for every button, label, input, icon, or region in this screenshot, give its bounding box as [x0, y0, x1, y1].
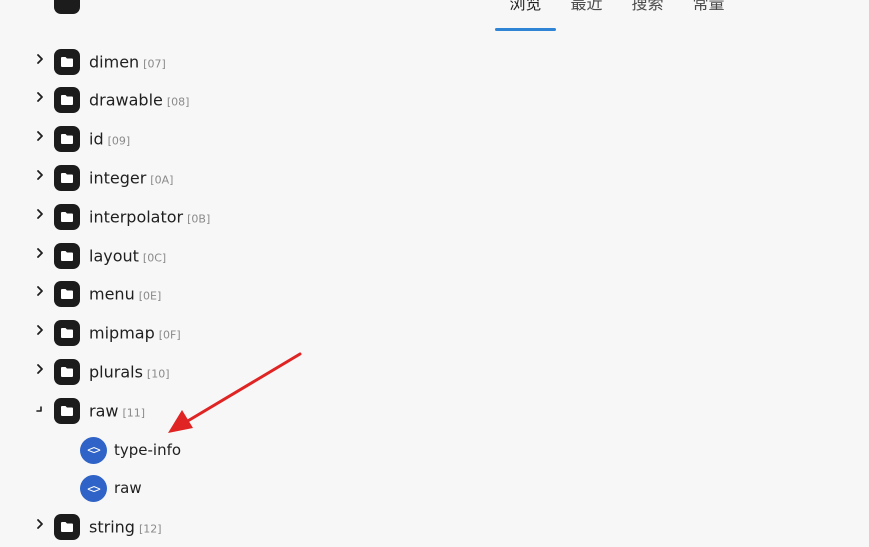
code-file-icon: <> [80, 475, 107, 503]
folder-icon [54, 397, 80, 424]
folder-type-code: [12] [138, 522, 162, 536]
folder-icon [54, 358, 80, 385]
tree-folder-item[interactable]: dimen [07] [0, 42, 420, 81]
chevron-right-icon[interactable] [32, 516, 48, 532]
chevron-right-icon[interactable] [32, 51, 48, 67]
chevron-right-icon[interactable] [32, 167, 48, 183]
chevron-right-icon[interactable] [32, 89, 48, 105]
folder-name: plurals [10] [89, 362, 170, 381]
folder-type-code: [0C] [142, 251, 167, 264]
folder-type-code: [0A] [150, 173, 174, 187]
folder-icon [54, 48, 80, 75]
folder-name: dimen [07] [89, 52, 166, 71]
folder-name: integer [0A] [89, 168, 173, 187]
code-file-icon: <> [80, 436, 107, 464]
folder-name: mipmap [0F] [89, 324, 181, 343]
folder-type-code: [0E] [138, 289, 162, 303]
folder-name: menu [0E] [89, 285, 161, 304]
folder-label: drawable [89, 90, 163, 110]
folder-type-code: [07] [143, 57, 166, 70]
folder-type-code: [0B] [187, 212, 211, 226]
tree-folder-item[interactable]: interpolator [0B] [0, 197, 420, 236]
tree-folder-item[interactable]: layout [0C] [0, 236, 420, 275]
folder-type-code: [0F] [158, 328, 181, 342]
folder-label: id [89, 129, 104, 149]
tree-file-item[interactable]: <> type-info [0, 430, 420, 469]
folder-label: plurals [89, 362, 143, 382]
folder-icon [54, 320, 80, 347]
folder-type-code: [08] [166, 95, 190, 109]
tree-folder-item[interactable]: menu [0E] [0, 275, 420, 314]
folder-icon [54, 87, 80, 114]
folder-icon [54, 242, 80, 269]
folder-type-code: [10] [146, 367, 170, 381]
folder-label: string [89, 517, 135, 537]
folder-name: string [12] [89, 518, 162, 537]
tree-file-item[interactable]: <> raw [0, 469, 420, 508]
tree-folder-item[interactable]: string [12] [0, 508, 420, 547]
file-name: raw [114, 479, 142, 498]
folder-icon [54, 126, 80, 153]
folder-label: interpolator [89, 207, 184, 227]
folder-label: dimen [89, 52, 140, 71]
folder-label: integer [89, 168, 147, 188]
folder-icon [54, 164, 80, 191]
chevron-right-icon[interactable] [32, 128, 48, 144]
folder-name: interpolator [0B] [89, 207, 210, 226]
folder-label: raw [89, 401, 119, 421]
folder-type-code: [11] [122, 406, 146, 420]
tree-folder-item[interactable]: id [09] [0, 120, 420, 159]
tree-folder-item[interactable]: drawable [08] [0, 81, 420, 120]
folder-name: id [09] [89, 130, 130, 149]
folder-name: drawable [08] [89, 91, 189, 110]
folder-type-code: [09] [107, 134, 131, 148]
chevron-right-icon[interactable] [32, 361, 48, 377]
chevron-right-icon[interactable] [32, 245, 48, 261]
chevron-right-icon[interactable] [32, 283, 48, 299]
folder-label: menu [89, 284, 135, 304]
folder-name: layout [0C] [89, 246, 166, 265]
folder-name: raw [11] [89, 401, 145, 420]
tree-folder-item[interactable]: mipmap [0F] [0, 314, 420, 353]
folder-icon [54, 203, 80, 230]
tree-folder-item[interactable]: raw [11] [0, 391, 420, 430]
tree-folder-item[interactable]: plurals [10] [0, 352, 420, 391]
tree-folder-item[interactable]: integer [0A] [0, 158, 420, 197]
chevron-right-icon[interactable] [32, 322, 48, 338]
chevron-right-icon[interactable] [32, 206, 48, 222]
resource-tree: dimen [07] drawable [08] id [09] integer [0A] in… [0, 0, 869, 541]
folder-icon [54, 281, 80, 308]
folder-icon [54, 514, 80, 541]
file-name: type-info [114, 440, 182, 459]
folder-label: layout [89, 246, 139, 265]
chevron-down-icon[interactable] [32, 400, 48, 416]
folder-label: mipmap [89, 323, 155, 343]
